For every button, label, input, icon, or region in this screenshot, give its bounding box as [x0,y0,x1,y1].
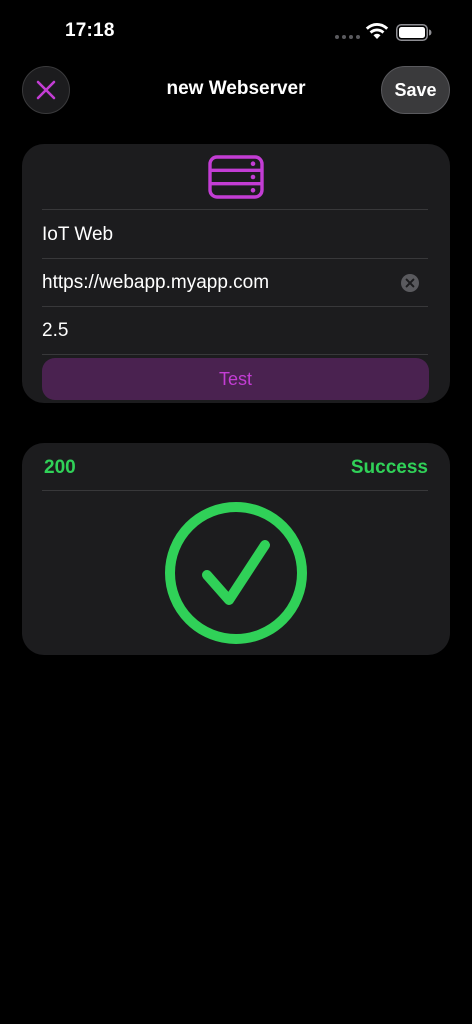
webserver-form-card: IoT Web https://webapp.myapp.com 2.5 Tes… [22,144,450,403]
divider [42,209,428,210]
test-result-card: 200 Success [22,443,450,655]
status-code: 200 [44,457,76,478]
clear-text-icon[interactable] [400,273,420,293]
server-icon [208,155,264,199]
url-field-value: https://webapp.myapp.com [42,272,270,293]
timeout-field[interactable]: 2.5 [42,307,428,355]
navigation-bar: new Webserver Save [0,64,472,116]
cellular-signal-icon [335,35,360,39]
checkmark-circle-icon [165,502,307,644]
status-text: Success [350,457,428,478]
name-field[interactable]: IoT Web [42,211,428,259]
battery-icon [396,24,432,41]
status-time: 17:18 [65,20,115,41]
divider [42,490,428,491]
divider [42,354,428,355]
url-field[interactable]: https://webapp.myapp.com [42,259,428,307]
save-button[interactable]: Save [381,66,450,114]
status-bar: 17:18 [0,0,472,60]
wifi-icon [365,23,389,39]
test-button[interactable]: Test [42,358,429,400]
